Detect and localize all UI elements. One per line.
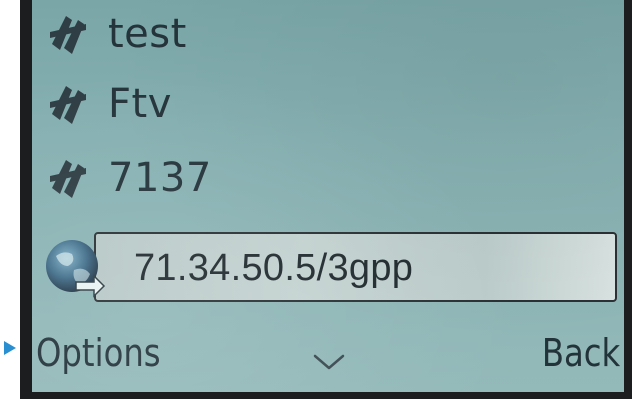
photo-frame: test Ftv 7137 71.34.50.5/3gpp Options Ba…	[0, 0, 639, 399]
bookmark-icon	[50, 86, 86, 124]
address-input[interactable]: 71.34.50.5/3gpp	[94, 232, 617, 302]
softkey-bar: Options Back	[32, 322, 624, 392]
pointer-arrow-icon	[4, 341, 16, 355]
bookmark-label: Ftv	[108, 81, 172, 127]
bookmark-icon	[50, 160, 86, 198]
globe-icon	[46, 240, 106, 298]
address-row: 71.34.50.5/3gpp	[32, 226, 624, 310]
phone-screen: test Ftv 7137 71.34.50.5/3gpp Options Ba…	[32, 0, 624, 392]
options-softkey[interactable]: Options	[36, 326, 161, 380]
bookmark-label: test	[108, 11, 187, 57]
bookmark-icon	[50, 16, 86, 54]
bookmark-label: 7137	[108, 155, 212, 201]
bookmark-item-7137[interactable]: 7137	[32, 146, 612, 210]
back-softkey[interactable]: Back	[542, 326, 620, 380]
address-value: 71.34.50.5/3gpp	[134, 247, 414, 289]
bookmark-item-test[interactable]: test	[32, 2, 612, 66]
bookmark-item-ftv[interactable]: Ftv	[32, 72, 612, 136]
chevron-down-icon[interactable]	[312, 352, 346, 372]
